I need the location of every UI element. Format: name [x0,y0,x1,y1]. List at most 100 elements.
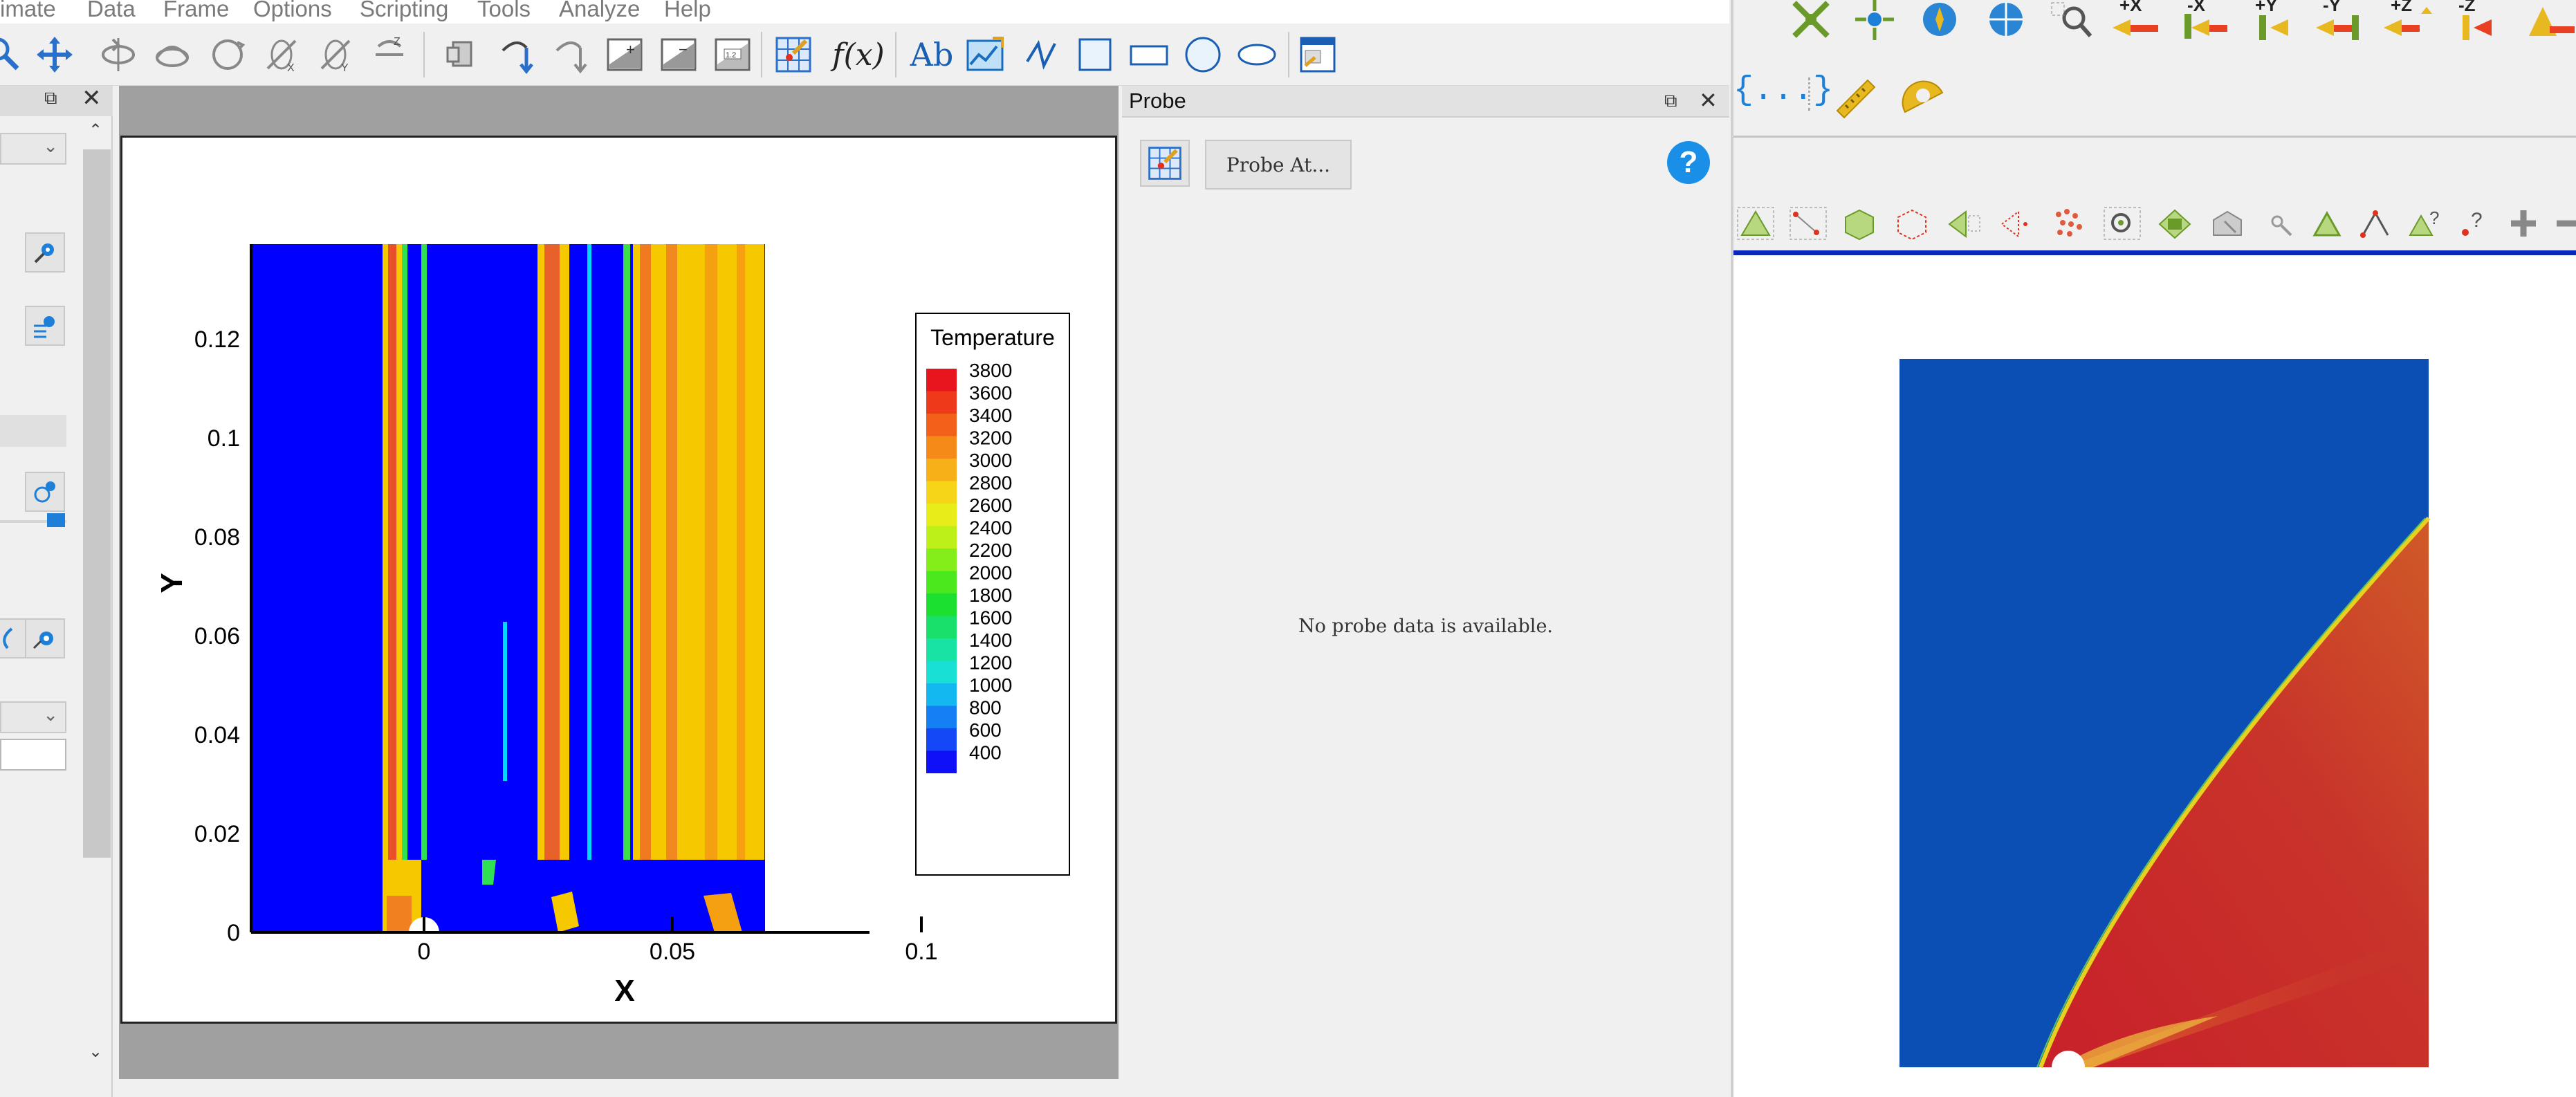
equation-icon[interactable]: f(x) [832,33,884,76]
zone-style-select[interactable]: ⌄ [0,133,66,165]
translate-icon[interactable] [30,33,79,76]
shrink-selection-icon[interactable] [2155,206,2194,241]
menu-animate[interactable]: imate [0,0,56,22]
view-minus-x-button[interactable]: -X [2178,0,2233,43]
menu-tools[interactable]: Tools [477,0,531,22]
scroll-thumb[interactable] [83,149,111,858]
zoom-to-box-icon[interactable] [2050,0,2095,42]
grow-selection-icon[interactable] [2103,206,2142,241]
menu-scripting[interactable]: Scripting [360,0,448,22]
mesh-settings-button[interactable] [25,306,65,346]
center-rotation-icon[interactable] [1852,0,1897,42]
view-plus-x-button[interactable]: +X [2110,0,2165,43]
plus-icon[interactable] [2504,206,2543,241]
menu-data[interactable]: Data [87,0,136,22]
rotate-yaxis-icon[interactable]: Y [311,33,360,76]
vector-button[interactable] [0,618,26,658]
rotate-x-icon[interactable] [203,33,252,76]
streamtrace-settings-button[interactable] [25,618,65,658]
view-minus-z-button[interactable]: -Z [2449,0,2504,43]
rollerball-icon[interactable] [148,33,196,76]
camera-toolbar: +X -X +Y -Y +Z -Z [1733,0,2576,48]
slider-handle[interactable] [47,513,65,527]
view-plus-z-label: +Z [2391,0,2413,15]
view-plus-y-button[interactable]: +Y [2245,0,2301,43]
data-label-icon[interactable]: 1.2 [708,33,757,76]
show-center-icon[interactable] [1984,0,2028,42]
clear-selection-icon[interactable] [2208,206,2247,241]
pick-center-icon[interactable] [1917,0,1962,42]
extract-icon[interactable] [493,33,541,76]
text-icon[interactable]: Ab [908,33,956,76]
legend: Temperature 3800360034003200300028002600… [915,313,1070,876]
probe-header: Probe ⧉ ✕ [1122,86,1729,118]
slice-icon[interactable] [546,33,595,76]
float-window-icon[interactable]: ⧉ [44,87,57,109]
variable-select[interactable]: ⌄ [0,701,66,733]
contour-settings-button[interactable] [25,472,65,512]
render-canvas[interactable] [1733,255,2576,1097]
hover-points-icon[interactable] [2266,210,2297,241]
help-icon[interactable]: ? [1667,141,1710,184]
sidebar-scrollbar[interactable]: ⌃ ⌄ [83,116,111,1097]
hover-cells-query-icon[interactable]: ? [2406,206,2445,241]
select-points-polygon-icon[interactable] [2050,206,2089,241]
line-icon[interactable] [1017,33,1065,76]
legend-swatch [926,728,957,751]
hover-points-query-icon[interactable]: ? [2457,206,2496,241]
hover-vertices-icon[interactable] [2359,208,2392,241]
hover-cells-icon[interactable] [2310,208,2344,241]
menu-analyze[interactable]: Analyze [559,0,640,22]
settings-gear-button[interactable] [25,232,65,273]
ellipse-icon[interactable] [1233,33,1281,76]
float-window-icon[interactable]: ⧉ [1664,90,1677,112]
geometry-image-icon[interactable] [962,33,1010,76]
svg-text:+: + [626,41,635,58]
rectangle-icon[interactable] [1125,33,1173,76]
probe-at-button[interactable]: Probe At... [1205,140,1352,190]
select-block-icon[interactable] [1945,206,1984,241]
rotate-zaxis-icon[interactable]: Z [365,33,414,76]
legend-swatch [926,683,957,706]
protractor-icon[interactable] [1899,72,1948,120]
close-icon[interactable]: ✕ [1699,87,1718,113]
ruler-icon[interactable] [1832,72,1880,120]
minus-icon[interactable] [2554,206,2576,241]
menu-help[interactable]: Help [664,0,711,22]
view-minus-x-label: -X [2187,0,2205,15]
reset-camera-icon[interactable] [1789,0,1833,42]
contour-plus-icon[interactable]: + [600,33,649,76]
contour-minus-icon[interactable]: − [654,33,703,76]
select-cells-on-icon[interactable] [1736,206,1775,241]
close-icon[interactable]: ✕ [82,84,102,112]
probe-mode-button[interactable] [1140,140,1190,187]
view-minus-y-button[interactable]: -Y [2313,0,2368,43]
plot-frame[interactable]: 0 0.05 0.1 X 0 0.02 0.04 0.06 0.08 0.1 0… [120,136,1117,1024]
legend-level-label: 800 [969,697,1002,719]
value-input[interactable] [0,739,66,771]
y-tick-label: 0.06 [194,623,240,649]
scroll-up-icon[interactable]: ⌃ [89,120,102,140]
view-plus-z-button[interactable]: +Z [2381,0,2436,43]
frame-icon[interactable] [1294,33,1342,76]
rotate-view-icon[interactable] [2522,0,2576,43]
zoom-icon[interactable] [0,33,28,76]
menu-options[interactable]: Options [253,0,332,22]
legend-swatch [926,436,957,459]
probe-panel: Probe ⧉ ✕ Probe At... ? No probe data is… [1122,86,1729,1097]
select-cells-frustum-icon[interactable] [1840,206,1879,241]
square-icon[interactable] [1071,33,1119,76]
render-view[interactable] [1733,255,2576,1097]
circle-icon[interactable] [1179,33,1227,76]
rotate-xaxis-icon[interactable]: X [257,33,306,76]
menu-frame[interactable]: Frame [163,0,229,22]
select-points-frustum-icon[interactable] [1893,206,1931,241]
rotate-icon[interactable] [94,33,142,76]
probe-icon[interactable] [439,33,487,76]
interactive-select-icon[interactable] [1998,206,2036,241]
python-shell-icon[interactable]: {...} [1733,72,1833,109]
probe-grid-icon[interactable] [769,33,818,76]
contour-plot[interactable]: 0 0.05 0.1 X 0 0.02 0.04 0.06 0.08 0.1 0… [122,138,1119,1026]
select-points-on-icon[interactable] [1789,206,1828,241]
scroll-down-icon[interactable]: ⌄ [89,1042,102,1062]
